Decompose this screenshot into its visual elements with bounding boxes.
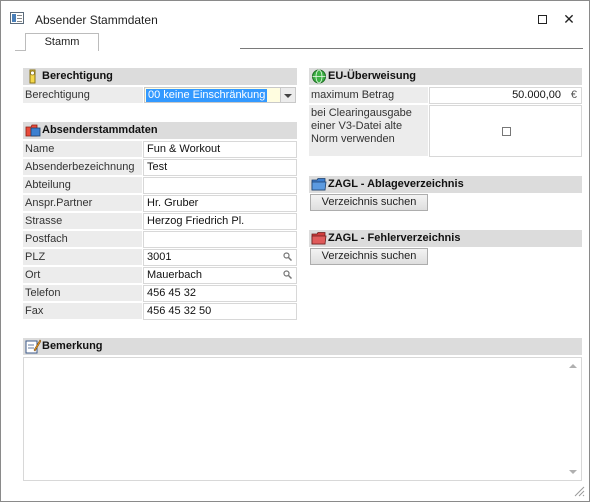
globe-icon	[312, 69, 326, 84]
red-folder-icon	[311, 232, 327, 245]
max-betrag-value: 50.000,00	[512, 89, 561, 101]
maximize-button[interactable]	[534, 11, 550, 27]
group-header-bemerkung: Bemerkung	[23, 338, 582, 355]
tab-divider	[15, 50, 25, 51]
scroll-down-icon[interactable]	[569, 470, 577, 474]
field-row-name: Name Fun & Workout	[23, 141, 297, 158]
field-label: PLZ	[23, 249, 142, 266]
field-row-telefon: Telefon 456 45 32	[23, 285, 297, 302]
field-label: Strasse	[23, 213, 142, 230]
clearing-cell	[429, 105, 582, 157]
clearing-checkbox[interactable]	[502, 127, 511, 136]
absenderbezeichnung-input[interactable]: Test	[143, 159, 297, 176]
field-label: bei Clearingausgabe einer V3-Datei alte …	[309, 105, 428, 157]
tab-divider	[240, 48, 583, 49]
group-header-absender: Absenderstammdaten	[23, 122, 297, 139]
magnifier-icon[interactable]	[283, 252, 292, 261]
field-row-clearing: bei Clearingausgabe einer V3-Datei alte …	[309, 105, 582, 157]
field-label: Absenderbezeichnung	[23, 159, 142, 176]
currency-symbol: €	[570, 89, 577, 101]
field-label: Name	[23, 141, 142, 158]
group-header-eu-ueberweisung: EU-Überweisung	[309, 68, 582, 85]
strasse-input[interactable]: Herzog Friedrich Pl.	[143, 213, 297, 230]
app-icon	[10, 12, 24, 24]
fax-input[interactable]: 456 45 32 50	[143, 303, 297, 320]
berechtigung-select[interactable]: 00 keine Einschränkung	[144, 87, 281, 103]
field-label: Berechtigung	[23, 87, 143, 104]
group-title: ZAGL - Fehlerverzeichnis	[328, 232, 461, 244]
bemerkung-textarea[interactable]	[23, 357, 582, 481]
field-row-abteilung: Abteilung	[23, 177, 297, 194]
plz-value: 3001	[147, 251, 172, 263]
field-label: Telefon	[23, 285, 142, 302]
field-row-max-betrag: maximum Betrag 50.000,00 €	[309, 87, 582, 104]
field-row-strasse: Strasse Herzog Friedrich Pl.	[23, 213, 297, 230]
tab-stamm[interactable]: Stamm	[25, 33, 99, 51]
close-button[interactable]: ✕	[561, 11, 577, 27]
field-label: Fax	[23, 303, 142, 320]
verzeichnis-suchen-ablage-button[interactable]: Verzeichnis suchen	[310, 194, 428, 211]
maximize-icon	[537, 15, 547, 24]
key-icon	[29, 69, 36, 84]
field-row-plz: PLZ 3001	[23, 249, 297, 266]
anspr-partner-input[interactable]: Hr. Gruber	[143, 195, 297, 212]
group-header-zagl-fehler: ZAGL - Fehlerverzeichnis	[309, 230, 582, 247]
note-edit-icon	[25, 339, 41, 354]
field-row-absenderbezeichnung: Absenderbezeichnung Test	[23, 159, 297, 176]
telefon-input[interactable]: 456 45 32	[143, 285, 297, 302]
field-row-anspr-partner: Anspr.Partner Hr. Gruber	[23, 195, 297, 212]
group-title: EU-Überweisung	[328, 70, 417, 82]
verzeichnis-suchen-fehler-button[interactable]: Verzeichnis suchen	[310, 248, 428, 265]
plz-input[interactable]: 3001	[143, 249, 297, 266]
group-title: ZAGL - Ablageverzeichnis	[328, 178, 464, 190]
resize-grip-icon[interactable]	[573, 485, 585, 497]
group-header-berechtigung: Berechtigung	[23, 68, 297, 85]
berechtigung-select-value: 00 keine Einschränkung	[146, 89, 268, 102]
field-label: Postfach	[23, 231, 142, 248]
name-input[interactable]: Fun & Workout	[143, 141, 297, 158]
max-betrag-input[interactable]: 50.000,00 €	[429, 87, 582, 104]
group-title: Berechtigung	[42, 70, 113, 82]
postfach-input[interactable]	[143, 231, 297, 248]
field-label: maximum Betrag	[309, 87, 428, 104]
field-row-postfach: Postfach	[23, 231, 297, 248]
group-header-zagl-ablage: ZAGL - Ablageverzeichnis	[309, 176, 582, 193]
dropdown-arrow-icon[interactable]	[281, 87, 296, 103]
field-row-ort: Ort Mauerbach	[23, 267, 297, 284]
field-row-fax: Fax 456 45 32 50	[23, 303, 297, 320]
ort-input[interactable]: Mauerbach	[143, 267, 297, 284]
field-label: Ort	[23, 267, 142, 284]
field-label: Anspr.Partner	[23, 195, 142, 212]
title-bar: Absender Stammdaten ✕	[1, 1, 589, 35]
dialog-window: Absender Stammdaten ✕ Stamm Berechtigung…	[0, 0, 590, 502]
window-title: Absender Stammdaten	[35, 13, 158, 27]
group-title: Bemerkung	[42, 340, 103, 352]
folder-user-icon	[25, 124, 41, 137]
abteilung-input[interactable]	[143, 177, 297, 194]
field-label: Abteilung	[23, 177, 142, 194]
group-title: Absenderstammdaten	[42, 124, 158, 136]
blue-folder-icon	[311, 178, 327, 191]
ort-value: Mauerbach	[147, 269, 203, 281]
scroll-up-icon[interactable]	[569, 364, 577, 368]
magnifier-icon[interactable]	[283, 270, 292, 279]
